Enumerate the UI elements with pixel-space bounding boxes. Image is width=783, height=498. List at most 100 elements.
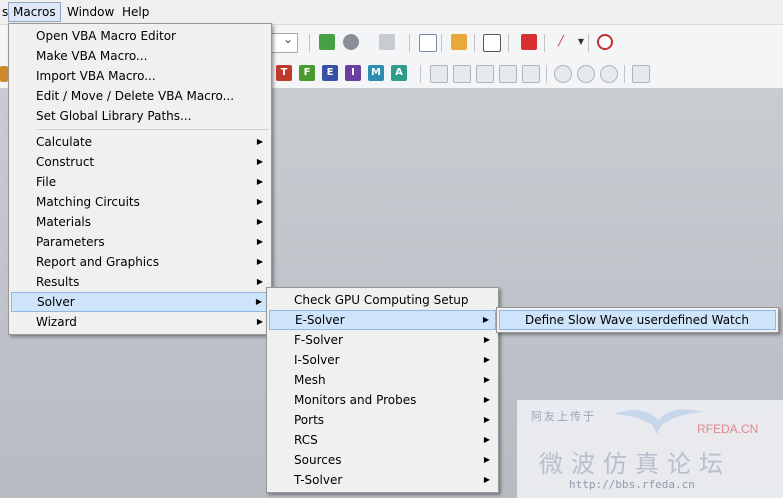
menu-item-check-gpu[interactable]: Check GPU Computing Setup	[269, 290, 496, 310]
chevron-right-icon: ▶	[256, 237, 263, 246]
menu-item-calculate[interactable]: Calculate ▶	[11, 132, 269, 152]
chevron-right-icon: ▶	[256, 177, 263, 186]
toolbar-separator	[508, 34, 509, 52]
menu-item-construct[interactable]: Construct ▶	[11, 152, 269, 172]
menu-separator	[37, 129, 269, 130]
menu-item-label: Calculate	[36, 135, 93, 149]
menu-item-make-vba-macro[interactable]: Make VBA Macro...	[11, 46, 269, 66]
menu-help[interactable]: Help	[118, 3, 153, 21]
view-icon[interactable]	[430, 65, 448, 83]
menu-item-monitors-probes[interactable]: Monitors and Probes ▶	[269, 390, 496, 410]
menu-item-label: Mesh	[294, 373, 326, 387]
view-icon[interactable]	[476, 65, 494, 83]
toolbar-separator	[441, 34, 442, 52]
toolbar-separator	[588, 34, 589, 52]
menu-item-label: F-Solver	[294, 333, 343, 347]
view-icon[interactable]	[453, 65, 471, 83]
toolbar-separator	[309, 34, 310, 52]
bird-logo-icon	[613, 409, 703, 434]
menu-item-e-solver[interactable]: E-Solver ▶	[269, 310, 496, 330]
menu-item-t-solver[interactable]: T-Solver ▶	[269, 470, 496, 490]
chevron-right-icon: ▶	[256, 157, 263, 166]
stop-icon[interactable]	[597, 34, 613, 50]
chevron-right-icon: ▶	[483, 415, 490, 424]
axis-icon[interactable]	[419, 34, 437, 52]
t-solver-icon[interactable]: T	[276, 65, 292, 81]
menu-item-label: I-Solver	[294, 353, 340, 367]
menu-item-label: Check GPU Computing Setup	[294, 293, 469, 307]
menu-item-label: Ports	[294, 413, 325, 427]
globe-icon[interactable]	[600, 65, 618, 83]
menu-item-report-graphics[interactable]: Report and Graphics ▶	[11, 252, 269, 272]
toolbar-separator	[624, 65, 625, 83]
menu-item-file[interactable]: File ▶	[11, 172, 269, 192]
pick-icon[interactable]: ╱	[553, 34, 569, 50]
chevron-right-icon: ▶	[256, 217, 263, 226]
i-solver-icon[interactable]: I	[345, 65, 361, 81]
menu-item-sources[interactable]: Sources ▶	[269, 450, 496, 470]
app-icon	[0, 66, 8, 82]
copy-icon[interactable]	[379, 34, 395, 50]
menu-window[interactable]: Window	[63, 3, 118, 21]
menu-item-slow-wave-watch[interactable]: Define Slow Wave userdefined Watch	[499, 310, 776, 330]
menu-item-label: Matching Circuits	[36, 195, 140, 209]
menu-item-f-solver[interactable]: F-Solver ▶	[269, 330, 496, 350]
m-solver-icon[interactable]: M	[368, 65, 384, 81]
menu-item-edit-vba-macro[interactable]: Edit / Move / Delete VBA Macro...	[11, 86, 269, 106]
menu-item-label: Monitors and Probes	[294, 393, 417, 407]
e-solver-submenu: Define Slow Wave userdefined Watch	[496, 307, 779, 333]
gear-icon[interactable]	[343, 34, 359, 50]
chevron-down-icon[interactable]: ▼	[573, 34, 589, 50]
menu-item-results[interactable]: Results ▶	[11, 272, 269, 292]
lock-view-icon[interactable]	[632, 65, 650, 83]
chevron-right-icon: ▶	[483, 375, 490, 384]
menu-macros[interactable]: Macros	[8, 2, 61, 22]
menu-item-import-vba-macro[interactable]: Import VBA Macro...	[11, 66, 269, 86]
face-icon[interactable]	[451, 34, 467, 50]
chevron-right-icon: ▶	[256, 137, 263, 146]
macros-menu: Open VBA Macro Editor Make VBA Macro... …	[8, 23, 272, 335]
menu-item-parameters[interactable]: Parameters ▶	[11, 232, 269, 252]
toolbar-separator	[474, 34, 475, 52]
a-solver-icon[interactable]: A	[391, 65, 407, 81]
e-solver-icon[interactable]: E	[322, 65, 338, 81]
chevron-right-icon: ▶	[256, 317, 263, 326]
menu-item-label: Wizard	[36, 315, 77, 329]
globe-icon[interactable]	[577, 65, 595, 83]
menu-item-label: Solver	[37, 295, 75, 309]
menu-item-label: File	[36, 175, 57, 189]
chevron-right-icon: ▶	[255, 297, 262, 306]
menu-item-i-solver[interactable]: I-Solver ▶	[269, 350, 496, 370]
chevron-right-icon: ▶	[483, 335, 490, 344]
menu-item-wizard[interactable]: Wizard ▶	[11, 312, 269, 332]
menu-item-solver[interactable]: Solver ▶	[11, 292, 269, 312]
toolbar-separator	[544, 34, 545, 52]
watermark-url: http://bbs.rfeda.cn	[569, 478, 695, 491]
chevron-right-icon: ▶	[256, 197, 263, 206]
chevron-right-icon: ▶	[483, 355, 490, 364]
menu-item-mesh[interactable]: Mesh ▶	[269, 370, 496, 390]
cut-percent-icon[interactable]	[521, 34, 537, 50]
view-icon[interactable]	[522, 65, 540, 83]
f-solver-icon[interactable]: F	[299, 65, 315, 81]
menu-bar: s Macros Window Help	[0, 0, 783, 25]
toolbar-separator	[420, 65, 421, 83]
target-icon[interactable]	[554, 65, 572, 83]
menu-item-label: Construct	[36, 155, 95, 169]
menu-item-matching-circuits[interactable]: Matching Circuits ▶	[11, 192, 269, 212]
menu-item-rcs[interactable]: RCS ▶	[269, 430, 496, 450]
cube-icon[interactable]	[319, 34, 335, 50]
menu-item-label: Report and Graphics	[36, 255, 159, 269]
menu-item-ports[interactable]: Ports ▶	[269, 410, 496, 430]
chevron-right-icon: ▶	[483, 435, 490, 444]
menu-item-label: Results	[36, 275, 80, 289]
menu-item-open-vba-editor[interactable]: Open VBA Macro Editor	[11, 26, 269, 46]
menu-item-library-paths[interactable]: Set Global Library Paths...	[11, 106, 269, 126]
chevron-right-icon: ▶	[482, 315, 489, 324]
view-icon[interactable]	[499, 65, 517, 83]
export-icon[interactable]	[483, 34, 501, 52]
menu-item-materials[interactable]: Materials ▶	[11, 212, 269, 232]
chevron-right-icon: ▶	[256, 277, 263, 286]
watermark-forum-name: 微波仿真论坛	[539, 450, 731, 478]
chevron-right-icon: ▶	[483, 455, 490, 464]
